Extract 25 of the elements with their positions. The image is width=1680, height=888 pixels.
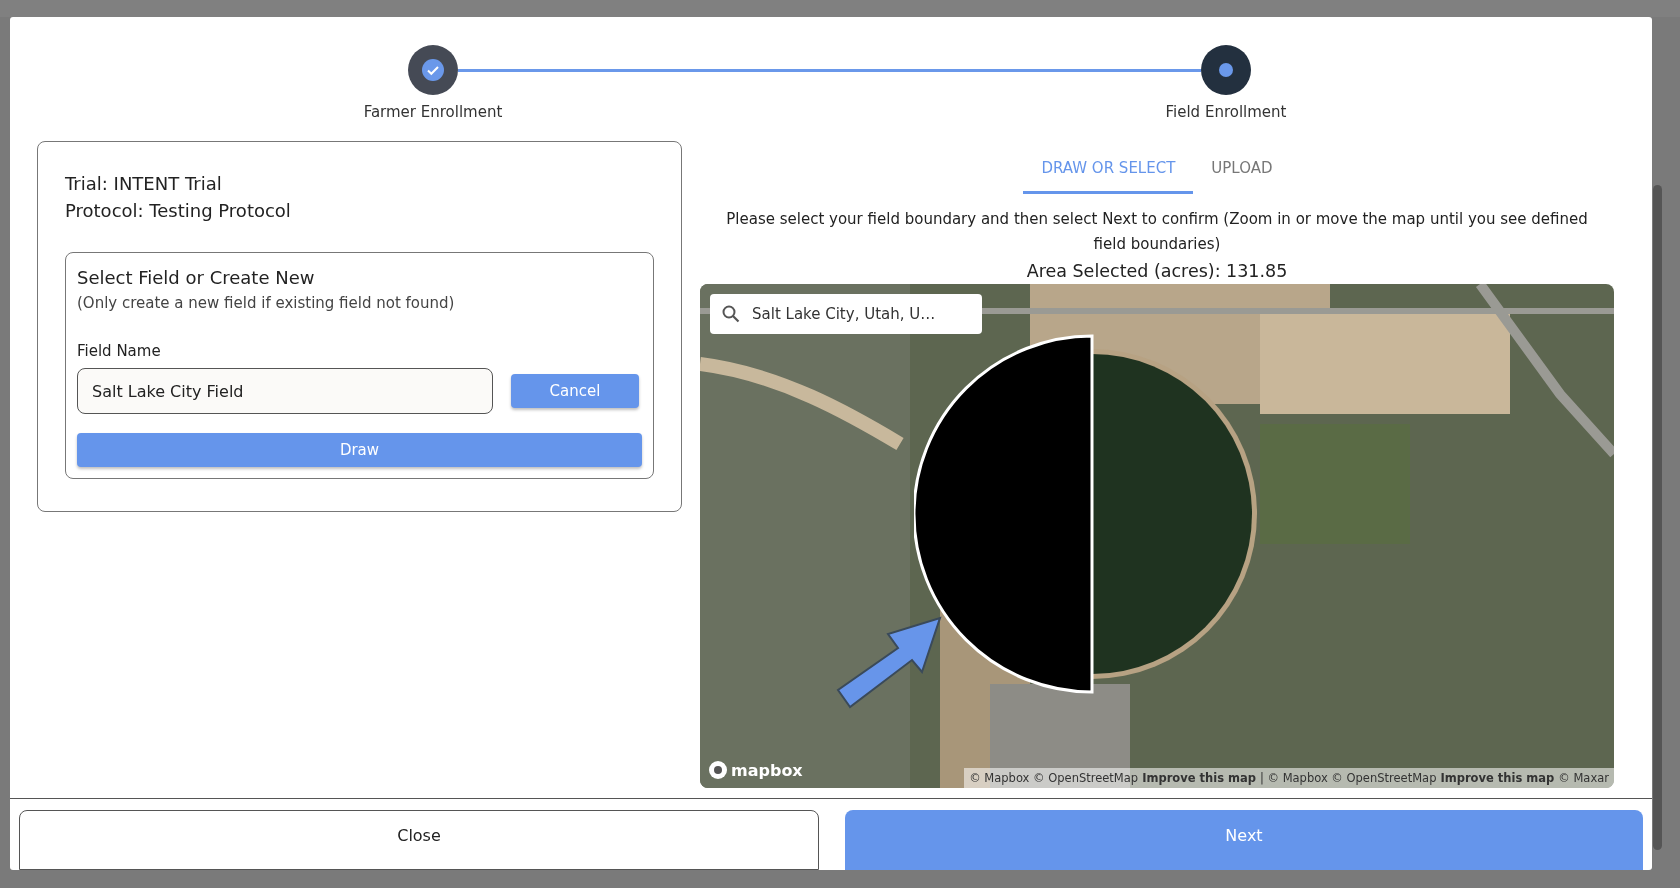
attribution-link[interactable]: Improve this map xyxy=(1142,771,1256,785)
step-label: Farmer Enrollment xyxy=(363,103,503,121)
form-title: Select Field or Create New xyxy=(77,267,316,288)
attribution-text: | © Mapbox © OpenStreetMap xyxy=(1259,771,1437,785)
search-value: Salt Lake City, Utah, U… xyxy=(752,305,936,323)
field-label: Field Name xyxy=(77,342,162,360)
tab[interactable]: UPLOAD xyxy=(1193,149,1291,194)
area-selected: Area Selected (acres): 131.85 xyxy=(1026,261,1288,281)
arrow-icon xyxy=(836,614,942,710)
instructions: Please select your field boundary and then select Next to confirm (Zoom in or move the map until you see defined field boundaries) xyxy=(725,209,1589,255)
trial-name: Trial: INTENT Trial xyxy=(65,172,223,196)
step-label: Field Enrollment xyxy=(1165,103,1287,121)
close-button[interactable]: Close xyxy=(19,810,819,870)
attribution-link[interactable]: Improve this map xyxy=(1440,771,1555,785)
selected-field-shape[interactable] xyxy=(914,334,1094,694)
protocol-name: Protocol: Testing Protocol xyxy=(65,199,292,223)
search-icon xyxy=(722,305,740,323)
logo-icon xyxy=(708,760,728,780)
map-logo: mapbox xyxy=(731,760,803,780)
attribution-text: © Mapbox © OpenStreetMap xyxy=(969,771,1139,785)
search-field[interactable]: Salt Lake City, Utah, U… xyxy=(710,294,982,334)
field-name-input[interactable]: Salt Lake City Field xyxy=(77,368,493,414)
attribution-text: © Maxar xyxy=(1558,771,1609,785)
scrollbar[interactable] xyxy=(1653,185,1662,850)
form-note: (Only create a new field if existing field not found) xyxy=(77,294,456,312)
